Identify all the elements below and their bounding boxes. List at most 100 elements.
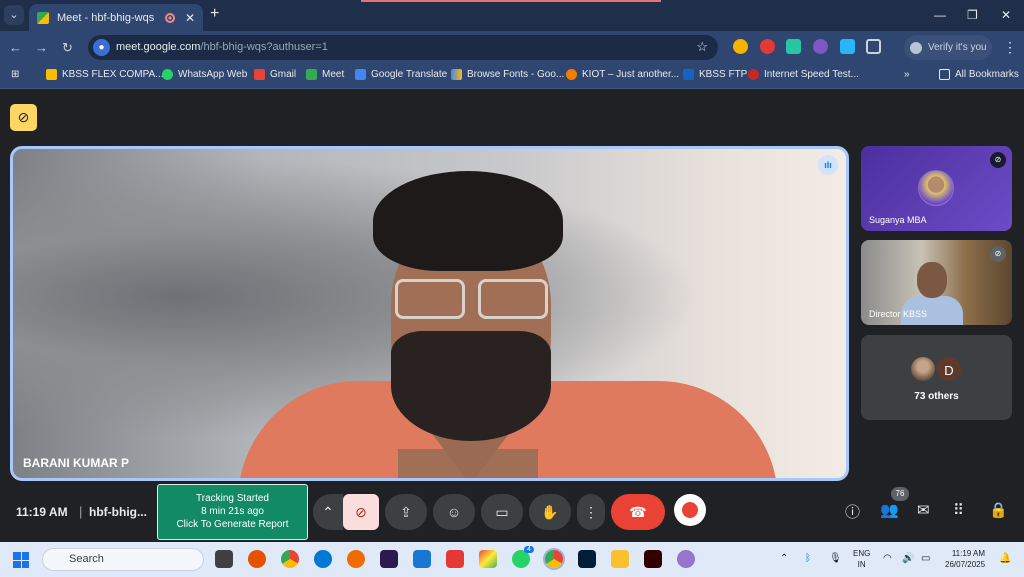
camera-off-indicator-icon[interactable]: ⊘ (10, 104, 37, 131)
extension-red-icon[interactable] (760, 39, 775, 54)
all-bookmarks-button[interactable]: All Bookmarks (939, 69, 1019, 80)
new-tab-button[interactable]: + (210, 5, 219, 23)
edge-icon[interactable] (314, 550, 332, 568)
emoji-reactions-button[interactable]: ☺ (433, 494, 475, 530)
profile-avatar (910, 41, 922, 54)
bookmark-item[interactable]: Browse Fonts - Goo... (451, 69, 564, 80)
camera-off-button[interactable]: ⊘ (343, 494, 379, 530)
participant-name: Director KBSS (869, 309, 928, 319)
microphone-in-use-icon[interactable]: ● (93, 39, 110, 56)
more-bookmarks-button[interactable]: » (904, 69, 910, 80)
tab-search-menu-icon[interactable]: ⌄ (4, 5, 24, 25)
app-icon[interactable] (677, 550, 695, 568)
notification-badge: 4 (524, 546, 534, 553)
bookmark-item[interactable]: Internet Speed Test... (748, 69, 859, 80)
bookmark-item[interactable]: KBSS FLEX COMPA... (46, 69, 164, 80)
activities-grid-icon[interactable]: ⠿ (953, 501, 964, 519)
captions-button[interactable]: ▭ (481, 494, 523, 530)
illustrator-icon[interactable] (644, 550, 662, 568)
beard-shape (391, 331, 551, 441)
task-view-icon[interactable] (215, 550, 233, 568)
participant-tile[interactable]: ⊘ Director KBSS (861, 240, 1012, 325)
bluetooth-icon[interactable]: ᛒ (805, 553, 811, 564)
reload-button[interactable]: ↻ (62, 40, 73, 56)
app-icon[interactable] (446, 550, 464, 568)
region-code: IN (857, 560, 866, 569)
leave-call-button[interactable]: ☎ (611, 494, 665, 530)
wifi-icon[interactable]: ◠ (883, 553, 892, 564)
bookmark-star-icon[interactable]: ☆ (696, 39, 708, 55)
record-dot-icon (682, 502, 698, 518)
restore-window-button[interactable]: ❐ (967, 8, 978, 22)
close-window-button[interactable]: ✕ (1001, 8, 1011, 22)
gmail-icon (254, 69, 265, 80)
photoshop-icon[interactable] (578, 550, 596, 568)
battery-icon[interactable]: ▭ (921, 553, 930, 564)
browser-menu-icon[interactable]: ⋮ (1003, 39, 1017, 56)
participant-tile[interactable]: ⊘ Suganya MBA (861, 146, 1012, 231)
bookmark-item[interactable]: WhatsApp Web (162, 69, 247, 80)
bookmark-item[interactable]: Google Translate (355, 69, 447, 80)
avatar (909, 355, 937, 383)
host-controls-lock-icon[interactable]: 🔒 (989, 501, 1008, 519)
raise-hand-button[interactable]: ✋ (529, 494, 571, 530)
meet-icon (306, 69, 317, 80)
more-options-button[interactable]: ⋮ (577, 494, 605, 530)
extension-notes-icon[interactable] (733, 39, 748, 54)
extension-check-icon[interactable] (786, 39, 801, 54)
bookmark-item[interactable]: KBSS FTP (683, 69, 747, 80)
volume-icon[interactable]: 🔊 (902, 553, 914, 564)
extension-sparkle-icon[interactable] (813, 39, 828, 54)
tracking-status: Tracking Started (196, 493, 269, 504)
meeting-time: 11:19 AM (16, 505, 68, 519)
drive-icon (46, 69, 57, 80)
tab-meet[interactable]: Meet - hbf-bhig-wqs ✕ (29, 4, 203, 31)
tracking-report-button[interactable]: Tracking Started 8 min 21s ago Click To … (157, 484, 308, 540)
video-options-chevron-up-icon[interactable]: ⌃ (313, 494, 343, 530)
windows-start-icon[interactable] (13, 552, 29, 568)
app-icon[interactable] (347, 550, 365, 568)
extensions-puzzle-icon[interactable] (866, 39, 881, 54)
meeting-code[interactable]: hbf-bhig... (89, 505, 147, 519)
tracking-action: Click To Generate Report (176, 519, 289, 530)
bookmark-item[interactable]: Gmail (254, 69, 296, 80)
apps-grid-icon[interactable]: ⊞ (11, 69, 19, 80)
input-language[interactable]: ENG IN (853, 548, 870, 570)
minimize-window-button[interactable]: — (934, 8, 946, 22)
address-bar[interactable]: ● meet.google.com/hbf-bhig-wqs?authuser=… (88, 35, 718, 60)
meeting-info-icon[interactable]: ⓘ (845, 501, 860, 522)
file-explorer-icon[interactable] (611, 550, 629, 568)
chrome-active-icon[interactable] (545, 550, 563, 568)
taskbar-search-input[interactable]: Search (42, 548, 204, 571)
app-icon[interactable] (248, 550, 266, 568)
profile-button[interactable]: Verify it's you (904, 35, 992, 60)
present-screen-button[interactable]: ⇪ (385, 494, 427, 530)
profile-label: Verify it's you (928, 42, 987, 53)
record-button[interactable] (674, 494, 706, 526)
others-tile[interactable]: D 73 others (861, 335, 1012, 420)
url-text: meet.google.com/hbf-bhig-wqs?authuser=1 (116, 41, 328, 53)
people-icon[interactable]: 👥 (880, 501, 899, 519)
system-clock[interactable]: 11:19 AM 26/07/2025 (945, 548, 985, 570)
forward-button[interactable]: → (35, 40, 48, 55)
recording-indicator-icon (164, 12, 175, 23)
bookmark-item[interactable]: Meet (306, 69, 344, 80)
close-tab-icon[interactable]: ✕ (185, 11, 195, 25)
back-button[interactable]: ← (9, 40, 22, 55)
app-icon[interactable] (413, 550, 431, 568)
show-hidden-icons-chevron-icon[interactable]: ⌃ (780, 553, 788, 564)
extension-blue-icon[interactable] (840, 39, 855, 54)
chrome-icon[interactable] (281, 550, 299, 568)
recording-accent-line (361, 0, 661, 2)
chat-icon[interactable]: ✉ (917, 501, 930, 519)
main-video-tile[interactable]: ıIı BARANI KUMAR P (10, 146, 849, 481)
folder-icon (939, 69, 950, 80)
notifications-icon[interactable]: 🔔 (999, 553, 1011, 564)
bookmark-item[interactable]: KIOT – Just another... (566, 69, 679, 80)
mic-muted-icon: ⊘ (990, 152, 1006, 168)
avatar: D (935, 355, 963, 383)
premiere-icon[interactable] (380, 550, 398, 568)
clock-date: 26/07/2025 (945, 560, 986, 569)
microphone-icon[interactable]: 🎙 (829, 553, 842, 564)
app-icon[interactable] (479, 550, 497, 568)
